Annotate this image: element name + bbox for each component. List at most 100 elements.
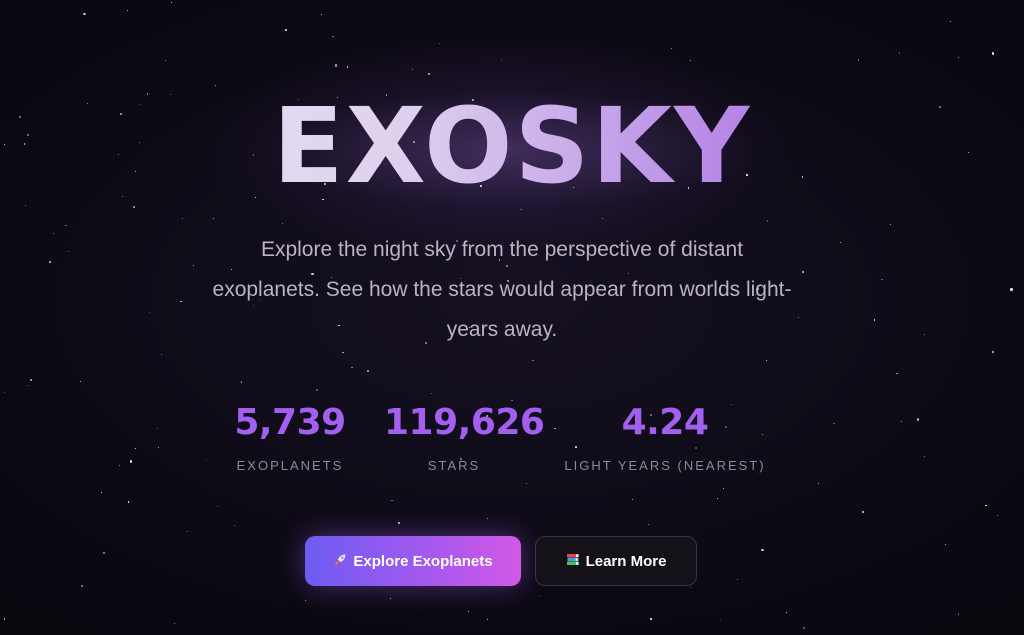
star-dot [862, 510, 865, 513]
star-dot [83, 13, 86, 16]
learn-more-label: Learn More [585, 552, 667, 570]
star-dot [234, 524, 236, 526]
star-dot [501, 58, 503, 60]
star-dot [148, 312, 150, 314]
star-dot [786, 611, 788, 613]
star-dot [631, 499, 633, 501]
explore-exoplanets-button[interactable]: Explore Exoplanets [305, 536, 521, 586]
star-dot [991, 52, 995, 55]
stat-stars: 119,626 STARS [384, 400, 545, 473]
stat-value: 4.24 [621, 402, 709, 443]
star-dot [900, 420, 903, 423]
star-dot [889, 224, 891, 226]
star-dot [766, 360, 768, 362]
stat-label: STARS [427, 458, 481, 473]
star-dot [690, 60, 692, 62]
star-dot [161, 354, 163, 356]
star-dot [924, 455, 926, 457]
star-dot [430, 393, 432, 395]
star-dot [881, 278, 883, 281]
star-dot [346, 66, 349, 68]
star-dot [127, 501, 130, 503]
star-dot [213, 218, 214, 220]
star-dot [803, 626, 806, 629]
star-dot [342, 351, 344, 354]
landing-page: EXOSKY Explore the night sky from the pe… [0, 0, 1024, 635]
star-dot [281, 222, 283, 224]
star-dot [719, 618, 721, 620]
star-dot [173, 622, 176, 625]
star-dot [950, 21, 952, 23]
star-dot [240, 381, 243, 383]
star-dot [924, 333, 926, 335]
star-dot [332, 35, 334, 38]
explore-exoplanets-label: Explore Exoplanets [353, 552, 493, 570]
learn-more-button[interactable]: Learn More [535, 536, 697, 586]
star-dot [30, 379, 32, 381]
star-dot [101, 492, 103, 494]
star-dot [670, 48, 672, 50]
star-dot [798, 317, 800, 319]
star-dot [996, 514, 999, 517]
stat-exoplanets: 5,739 EXOPLANETS [228, 400, 352, 473]
star-dot [334, 64, 337, 67]
star-dot [170, 1, 172, 3]
star-dot [554, 427, 556, 429]
star-dot [216, 505, 218, 507]
star-dot [839, 241, 841, 243]
star-dot [525, 482, 527, 484]
star-dot [3, 391, 6, 394]
hero-title: EXOSKY [0, 86, 1024, 206]
star-dot [438, 42, 440, 44]
star-dot [164, 59, 167, 62]
hero-tagline: Explore the night sky from the perspecti… [212, 238, 792, 341]
books-icon [566, 553, 580, 569]
star-dot [957, 56, 959, 58]
star-dot [602, 218, 604, 220]
star-dot [398, 522, 401, 525]
star-dot [80, 381, 81, 383]
star-dot [48, 260, 51, 263]
star-dot [532, 359, 534, 362]
star-dot [722, 487, 724, 489]
star-dot [3, 618, 6, 620]
star-dot [766, 220, 769, 222]
star-dot [467, 611, 469, 613]
star-dot [833, 422, 835, 425]
star-dot [316, 389, 319, 392]
rocket-icon [333, 553, 347, 570]
star-dot [192, 265, 194, 266]
star-dot [157, 427, 159, 429]
star-dot [898, 52, 901, 54]
star-dot [427, 72, 430, 75]
star-dot [129, 460, 132, 463]
star-dot [1010, 288, 1013, 291]
star-dot [186, 530, 188, 532]
star-dot [817, 482, 820, 484]
star-dot [181, 217, 183, 219]
stat-label: EXOPLANETS [236, 458, 344, 473]
star-dot [134, 448, 136, 449]
star-dot [985, 504, 987, 507]
star-dot [992, 350, 995, 353]
star-dot [205, 460, 207, 462]
star-dot [649, 617, 652, 620]
star-dot [304, 599, 307, 602]
star-dot [896, 372, 898, 374]
stat-label: LIGHT YEARS (NEAREST) [564, 458, 766, 473]
stat-value: 5,739 [234, 402, 346, 443]
star-dot [957, 613, 960, 615]
star-dot [716, 497, 719, 500]
star-dot [917, 418, 920, 421]
star-dot [873, 319, 876, 321]
star-dot [538, 596, 540, 597]
star-dot [801, 271, 805, 274]
star-dot [68, 251, 69, 253]
stat-value: 119,626 [384, 402, 545, 443]
star-dot [351, 366, 353, 368]
star-dot [180, 300, 182, 303]
hero-actions: Explore Exoplanets Learn More [0, 536, 1024, 588]
stat-nearest-light-years: 4.24 LIGHT YEARS (NEAREST) [560, 400, 770, 473]
star-dot [157, 446, 159, 449]
star-dot [487, 518, 489, 520]
